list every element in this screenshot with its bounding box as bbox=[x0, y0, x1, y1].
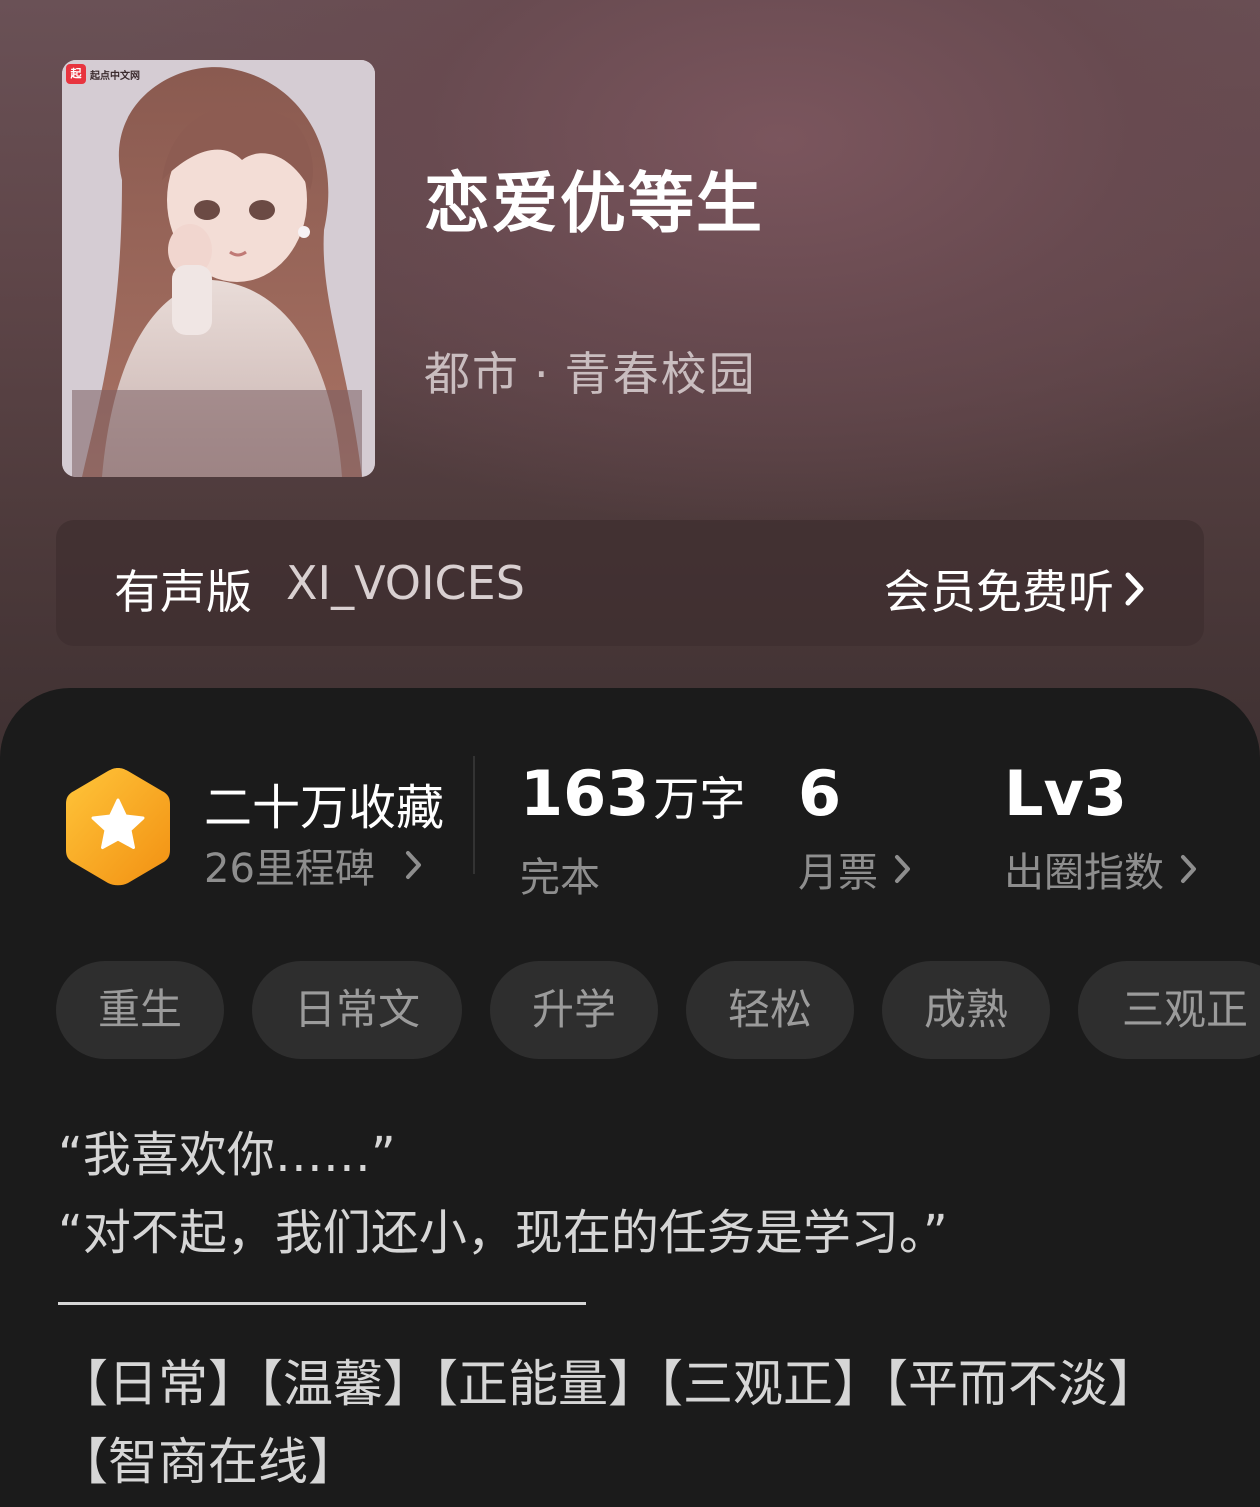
publisher-logo-text: 起点中文网 bbox=[90, 70, 140, 82]
monthly-ticket-label: 月票 bbox=[798, 850, 878, 896]
tag-chip[interactable]: 轻松 bbox=[686, 961, 854, 1059]
tag-chip[interactable]: 三观正 bbox=[1078, 961, 1260, 1059]
genre-sub[interactable]: 青春校园 bbox=[565, 347, 757, 401]
stats-divider bbox=[473, 756, 475, 874]
popularity-level-value: Lv3 bbox=[1004, 757, 1128, 830]
popularity-index-stat[interactable]: Lv3 出圈指数 bbox=[1004, 758, 1198, 898]
book-info-panel: 二十万收藏 26里程碑 163万字 完本 6 月票 Lv3 出圈指数 重生 日常… bbox=[0, 688, 1260, 1507]
book-detail-page: 起 起点中文网 恋爱优等生 都市 · 青春校园 有声版 XI_VOICES 会员免费… bbox=[0, 0, 1260, 1507]
tag-chip[interactable]: 日常文 bbox=[252, 961, 462, 1059]
audio-version-bar[interactable]: 有声版 XI_VOICES 会员免费听 bbox=[56, 520, 1204, 646]
chevron-right-icon bbox=[405, 851, 421, 879]
milestone-link[interactable]: 26里程碑 bbox=[204, 836, 423, 894]
completion-status: 完本 bbox=[520, 855, 600, 901]
member-free-listen-label: 会员免费听 bbox=[884, 565, 1114, 619]
tag-chip[interactable]: 升学 bbox=[490, 961, 658, 1059]
publisher-logo: 起 起点中文网 bbox=[66, 64, 140, 84]
milestone-count: 26里程碑 bbox=[204, 846, 375, 892]
book-header: 起 起点中文网 恋爱优等生 都市 · 青春校园 有声版 XI_VOICES 会员免费… bbox=[0, 0, 1260, 760]
word-count-unit: 万字 bbox=[653, 772, 746, 826]
monthly-ticket-value: 6 bbox=[798, 757, 842, 830]
chevron-right-icon bbox=[895, 855, 910, 883]
stats-row: 二十万收藏 26里程碑 163万字 完本 6 月票 Lv3 出圈指数 bbox=[0, 688, 1260, 908]
genre-main[interactable]: 都市 bbox=[424, 347, 520, 401]
tag-chip[interactable]: 重生 bbox=[56, 961, 224, 1059]
genre-separator: · bbox=[534, 347, 551, 401]
audio-version-label: 有声版 bbox=[114, 565, 252, 619]
description-line: “我喜欢你……” bbox=[58, 1127, 396, 1183]
cover-illustration bbox=[62, 60, 375, 477]
publisher-logo-mark: 起 bbox=[66, 64, 86, 84]
description-line: “对不起，我们还小，现在的任务是学习。” bbox=[58, 1205, 948, 1261]
book-cover[interactable]: 起 起点中文网 bbox=[62, 60, 375, 477]
tag-list: 重生 日常文 升学 轻松 成熟 三观正 bbox=[56, 961, 1260, 1059]
tag-chip[interactable]: 成熟 bbox=[882, 961, 1050, 1059]
word-count-value: 163 bbox=[520, 757, 650, 830]
collection-milestone-title[interactable]: 二十万收藏 bbox=[204, 768, 444, 838]
star-hexagon-icon bbox=[66, 768, 170, 886]
word-count-stat: 163万字 完本 bbox=[520, 758, 745, 903]
chevron-right-icon bbox=[1125, 572, 1144, 606]
audio-narrator: XI_VOICES bbox=[286, 556, 525, 610]
chevron-right-icon bbox=[1181, 855, 1196, 883]
description-divider bbox=[58, 1302, 586, 1305]
book-genre[interactable]: 都市 · 青春校园 bbox=[424, 338, 757, 404]
description-tags: 【日常】【温馨】【正能量】【三观正】【平而不淡】【智商在线】 bbox=[58, 1355, 1158, 1491]
popularity-index-label: 出圈指数 bbox=[1004, 850, 1164, 896]
member-free-listen-button[interactable]: 会员免费听 bbox=[884, 556, 1146, 622]
book-description[interactable]: “我喜欢你……” “对不起，我们还小，现在的任务是学习。” 【日常】【温馨】【正… bbox=[58, 1116, 1218, 1501]
monthly-ticket-stat[interactable]: 6 月票 bbox=[798, 758, 912, 898]
book-title: 恋爱优等生 bbox=[424, 165, 764, 242]
